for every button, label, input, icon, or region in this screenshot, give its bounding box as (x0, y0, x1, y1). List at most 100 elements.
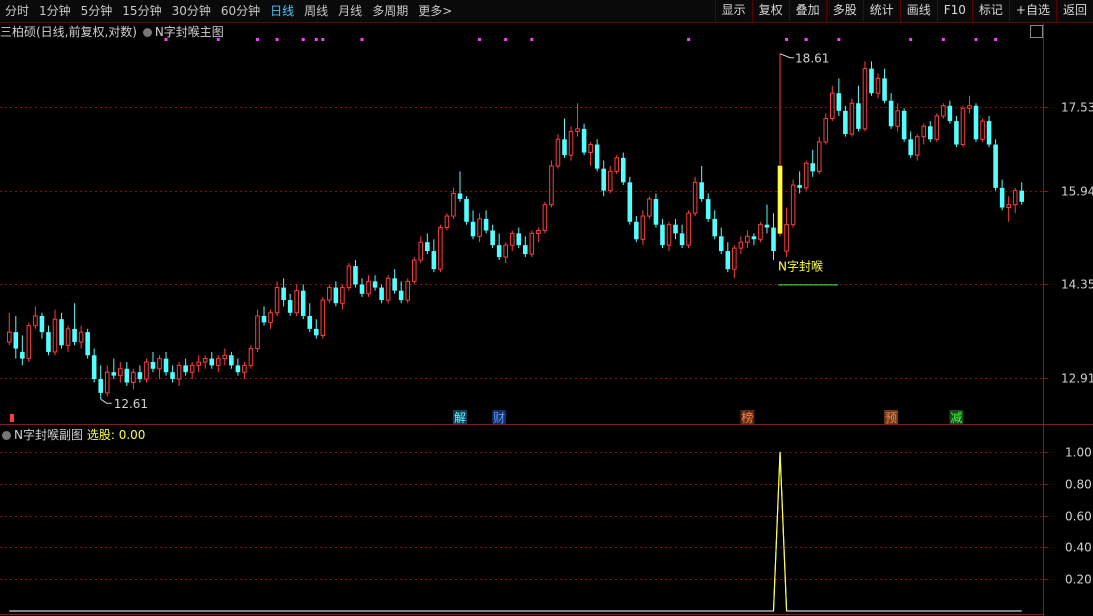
candle-body (856, 103, 861, 129)
tab-fenshi[interactable]: 分时 (0, 0, 34, 22)
candle (411, 257, 417, 285)
candle-body (914, 136, 920, 156)
tab-monthly[interactable]: 月线 (333, 0, 367, 22)
candle (202, 355, 208, 369)
candle (353, 260, 358, 288)
indicator-settings-icon[interactable] (142, 28, 152, 37)
sub-y-tick-label: 0.60 (1065, 510, 1092, 524)
candle (157, 355, 162, 380)
candle (150, 351, 156, 373)
candle-body (1019, 190, 1025, 202)
candle-body (986, 121, 992, 145)
candle-body (660, 224, 665, 246)
candle (222, 348, 228, 366)
candle-body (725, 251, 731, 270)
candle (1012, 187, 1018, 214)
candle (1006, 196, 1011, 222)
candle-body (52, 318, 58, 353)
high-price-label: 18.61 (795, 52, 829, 66)
candle (183, 358, 188, 376)
candle (144, 358, 149, 383)
candle-body (751, 236, 757, 240)
candle-body (451, 192, 456, 217)
candle (268, 309, 273, 329)
add-watchlist-button[interactable]: +自选 (1008, 0, 1056, 22)
sub-indicator-label[interactable]: N字封喉副图 (14, 428, 83, 442)
candle-body (549, 165, 554, 206)
candle (451, 187, 456, 219)
high-pointer (779, 53, 795, 59)
candle-body (385, 277, 391, 301)
candle (797, 171, 802, 194)
sub-indicator-settings-icon[interactable] (2, 431, 11, 440)
tab-5min[interactable]: 5分钟 (76, 0, 118, 22)
candle-body (594, 144, 600, 169)
tab-1min[interactable]: 1分钟 (34, 0, 76, 22)
tab-multi-period[interactable]: 多周期 (367, 0, 413, 22)
main-chart-title: 三柏硕(日线,前复权,对数) N字封喉主图 (0, 25, 224, 39)
maximize-icon[interactable] (1030, 25, 1043, 38)
candle-body (496, 245, 502, 258)
candle (705, 193, 711, 222)
candle (758, 221, 763, 243)
candle (516, 227, 522, 249)
candle-body (78, 331, 84, 343)
tab-30min[interactable]: 30分钟 (167, 0, 216, 22)
candle-body (216, 358, 221, 366)
candle (170, 365, 175, 383)
candle (921, 123, 927, 145)
candle (196, 355, 201, 373)
candle (13, 315, 19, 359)
overlay-button[interactable]: 叠加 (788, 0, 826, 22)
chart-canvas[interactable]: 17.53 15.94 14.35 12.91 18.61 12.61 N字封喉解 财 榜 预 减 1… (0, 0, 1093, 616)
tab-daily[interactable]: 日线 (265, 0, 299, 22)
candle (300, 284, 306, 320)
restore-rights-button[interactable]: 复权 (751, 0, 789, 22)
candle-body (607, 170, 613, 192)
candle (980, 118, 985, 142)
candle-body (313, 328, 319, 336)
candle (392, 269, 397, 294)
mark-button[interactable]: 标记 (971, 0, 1009, 22)
signal-marker-dot (530, 38, 534, 41)
candle-body (163, 358, 169, 373)
candle (418, 236, 424, 264)
candle (614, 155, 620, 175)
event-marker-label: 预 (885, 411, 897, 425)
f10-button[interactable]: F10 (936, 0, 972, 22)
candle-body (732, 247, 737, 270)
candle (464, 196, 469, 225)
tab-15min[interactable]: 15分钟 (117, 0, 166, 22)
tab-weekly[interactable]: 周线 (299, 0, 333, 22)
display-button[interactable]: 显示 (714, 0, 752, 22)
draw-line-button[interactable]: 画线 (899, 0, 937, 22)
candle (607, 165, 613, 194)
candle-body (581, 128, 587, 153)
candle (509, 230, 515, 252)
candle (901, 108, 907, 142)
candle (830, 85, 835, 122)
signal-marker-dot (314, 38, 318, 41)
statistics-button[interactable]: 统计 (862, 0, 900, 22)
candle (65, 325, 71, 352)
sub-chart-title: N字封喉副图 选股: 0.00 (0, 428, 145, 442)
tab-more[interactable]: 更多> (413, 0, 457, 22)
candle (601, 160, 606, 197)
main-indicator-label[interactable]: N字封喉主图 (155, 25, 224, 39)
candle (692, 176, 698, 217)
signal-marker-dot (360, 38, 364, 41)
candle-body (620, 157, 626, 183)
candle (209, 351, 215, 369)
candle (33, 306, 38, 329)
multi-stock-button[interactable]: 多股 (825, 0, 863, 22)
back-button[interactable]: 返回 (1055, 0, 1093, 22)
signal-marker-dot (941, 38, 945, 41)
signal-marker-dot (301, 38, 305, 41)
event-marker-label: 榜 (741, 410, 753, 425)
candle-body (235, 365, 241, 373)
candle-body (980, 120, 985, 140)
tab-60min[interactable]: 60分钟 (216, 0, 265, 22)
candle (660, 218, 665, 249)
candle-body (1006, 204, 1011, 208)
select-stock-value: 0.00 (118, 428, 146, 442)
